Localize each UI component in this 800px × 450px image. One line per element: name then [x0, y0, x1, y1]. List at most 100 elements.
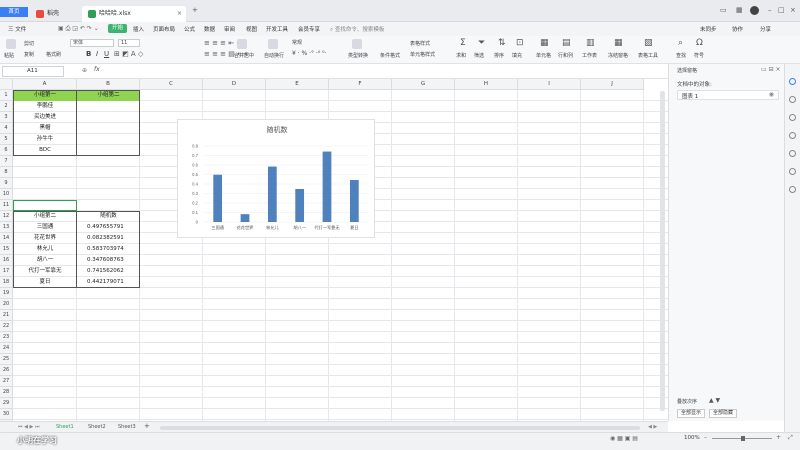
sum-button[interactable]: 求和: [456, 52, 466, 59]
maximize-icon[interactable]: □: [778, 6, 785, 14]
vertical-scrollbar[interactable]: [660, 91, 665, 411]
italic-button[interactable]: I: [96, 50, 98, 58]
sheet-nav-icons[interactable]: ⏮ ◀ ▶ ⏭: [18, 424, 39, 430]
share-icon[interactable]: [789, 168, 796, 175]
object-list-item[interactable]: 图表 1 ◉: [677, 90, 779, 100]
sheet-tab-1[interactable]: Sheet1: [56, 424, 74, 430]
share-button[interactable]: 分享: [760, 25, 771, 33]
row-header-2[interactable]: 2: [0, 101, 13, 112]
number-format-select[interactable]: 常规: [292, 39, 302, 46]
row-header-11[interactable]: 11: [0, 200, 13, 211]
sheet-tab-2[interactable]: Sheet2: [88, 424, 106, 430]
bold-button[interactable]: B: [86, 50, 91, 58]
row-header-26[interactable]: 26: [0, 365, 13, 376]
zoom-in-icon[interactable]: +: [776, 434, 781, 441]
type-convert-button[interactable]: 类型转换: [348, 52, 368, 59]
row-header-30[interactable]: 30: [0, 409, 13, 420]
docer-tab[interactable]: 稻壳: [30, 6, 82, 22]
zoom-level[interactable]: 100%: [684, 435, 700, 441]
row-header-24[interactable]: 24: [0, 343, 13, 354]
fullscreen-icon[interactable]: ⤢: [788, 434, 793, 442]
bar-chart[interactable]: 随机数 0 0.1 0.2 0.3 0.4 0.5 0.6 0.7 0.8 三国通 花花世界 林允儿 胡八…: [177, 119, 375, 238]
row-header-29[interactable]: 29: [0, 398, 13, 409]
menu-member[interactable]: 会员专享: [298, 25, 320, 33]
row-header-23[interactable]: 23: [0, 332, 13, 343]
row-header-20[interactable]: 20: [0, 299, 13, 310]
row-header-15[interactable]: 15: [0, 244, 13, 255]
horizontal-scrollbar[interactable]: [160, 426, 640, 430]
table-tools-button[interactable]: 表格工具: [638, 52, 658, 59]
wrap-text-button[interactable]: 自动换行: [264, 52, 284, 59]
symbol-button[interactable]: 符号: [694, 52, 704, 59]
row-header-7[interactable]: 7: [0, 156, 13, 167]
conditional-format-button[interactable]: 条件格式: [380, 52, 400, 59]
column-header-a[interactable]: A: [13, 79, 77, 90]
sort-button[interactable]: 排序: [494, 52, 504, 59]
border-icon[interactable]: ⊞ ◩ A ◇: [114, 50, 143, 58]
font-size-select[interactable]: 11: [118, 39, 140, 47]
avatar[interactable]: [750, 6, 759, 15]
zoom-slider-thumb[interactable]: [741, 436, 745, 441]
row-header-12[interactable]: 12: [0, 211, 13, 222]
menu-view[interactable]: 视图: [246, 25, 257, 33]
zoom-out-icon[interactable]: –: [704, 434, 707, 441]
show-all-button[interactable]: 全部显示: [677, 409, 705, 418]
row-header-13[interactable]: 13: [0, 222, 13, 233]
row-header-16[interactable]: 16: [0, 255, 13, 266]
filter-button[interactable]: 筛选: [474, 52, 484, 59]
row-header-3[interactable]: 3: [0, 112, 13, 123]
menu-review[interactable]: 审阅: [224, 25, 235, 33]
column-header-i[interactable]: I: [518, 79, 581, 90]
row-header-25[interactable]: 25: [0, 354, 13, 365]
row-header-18[interactable]: 18: [0, 277, 13, 288]
row-header-22[interactable]: 22: [0, 321, 13, 332]
menu-formulas[interactable]: 公式: [184, 25, 195, 33]
row-header-9[interactable]: 9: [0, 178, 13, 189]
row-header-21[interactable]: 21: [0, 310, 13, 321]
tile-icon[interactable]: ▦: [736, 6, 743, 14]
format-painter-button[interactable]: 格式刷: [46, 51, 61, 58]
style-icon[interactable]: [789, 114, 796, 121]
row-header-10[interactable]: 10: [0, 189, 13, 200]
row-header-1[interactable]: 1: [0, 90, 13, 101]
paste-button[interactable]: 粘贴: [4, 52, 14, 59]
column-header-b[interactable]: B: [77, 79, 140, 90]
menu-home[interactable]: 开始: [108, 24, 128, 33]
close-tab-icon[interactable]: ×: [177, 6, 182, 22]
quick-access-icons[interactable]: ▣ ⎙ ◲ ↶ ↷ ⌄: [58, 25, 99, 33]
collab-button[interactable]: 协作: [732, 25, 743, 33]
new-tab-icon[interactable]: +: [192, 6, 198, 14]
more-icon[interactable]: [789, 186, 796, 193]
home-tab[interactable]: 首页: [0, 7, 28, 17]
menu-page-layout[interactable]: 页面布局: [153, 25, 175, 33]
select-pane-icon[interactable]: [789, 78, 796, 85]
row-col-button[interactable]: 行和列: [558, 52, 573, 59]
cell-style-button[interactable]: 单元格样式: [410, 51, 435, 58]
view-mode-icons[interactable]: ◉ ▦ ▣ ▤: [610, 435, 638, 442]
cut-button[interactable]: 剪切: [24, 40, 34, 47]
minimize-icon[interactable]: –: [768, 6, 772, 14]
backup-icon[interactable]: [789, 132, 796, 139]
formula-input[interactable]: [106, 66, 666, 77]
hide-all-button[interactable]: 全部隐藏: [709, 409, 737, 418]
number-format-icons[interactable]: ¥ · % ·° ·⁰ ⁰·: [292, 50, 327, 57]
font-select[interactable]: 宋体: [70, 39, 114, 47]
menu-developer[interactable]: 开发工具: [266, 25, 288, 33]
column-header-f[interactable]: F: [329, 79, 392, 90]
layout-icon[interactable]: ▭: [720, 6, 727, 14]
column-header-d[interactable]: D: [203, 79, 266, 90]
pane-controls-icon[interactable]: ▭ ⊟ ×: [761, 66, 781, 73]
menu-data[interactable]: 数据: [204, 25, 215, 33]
eye-icon[interactable]: ◉: [769, 91, 774, 98]
row-header-27[interactable]: 27: [0, 376, 13, 387]
order-arrows-icon[interactable]: ▲ ▼: [709, 397, 720, 404]
copy-button[interactable]: 复制: [24, 51, 34, 58]
help-icon[interactable]: [789, 150, 796, 157]
column-header-g[interactable]: G: [392, 79, 455, 90]
row-header-4[interactable]: 4: [0, 123, 13, 134]
freeze-panes-button[interactable]: 冻结窗格: [608, 52, 628, 59]
table-style-button[interactable]: 表格样式: [410, 40, 430, 47]
menu-insert[interactable]: 插入: [133, 25, 144, 33]
row-header-5[interactable]: 5: [0, 134, 13, 145]
row-header-8[interactable]: 8: [0, 167, 13, 178]
